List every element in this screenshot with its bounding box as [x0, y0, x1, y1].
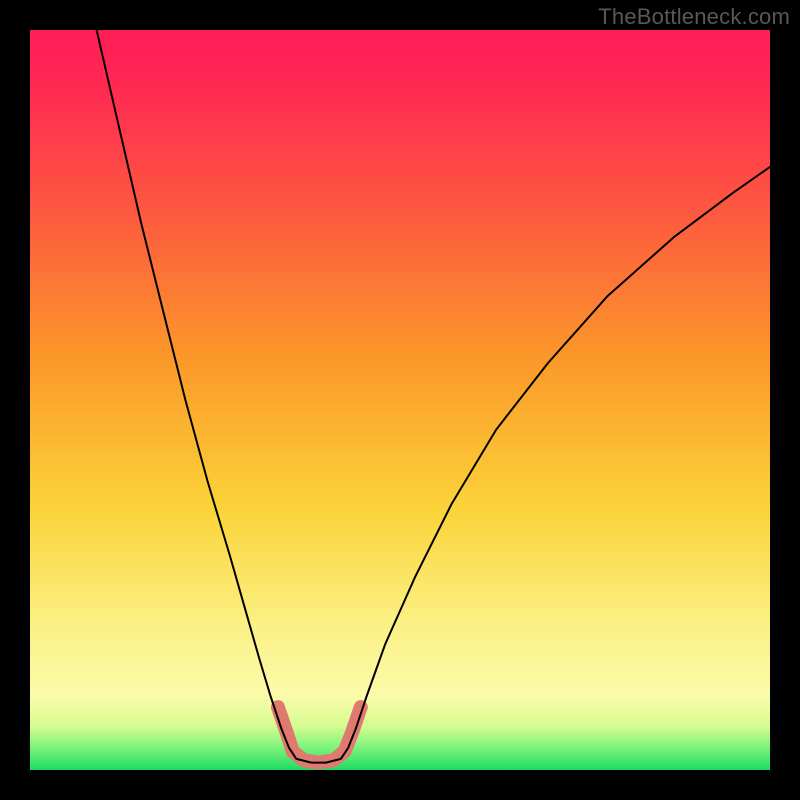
bottleneck-chart	[30, 30, 770, 770]
chart-background	[30, 30, 770, 770]
chart-frame: TheBottleneck.com	[0, 0, 800, 800]
watermark-text: TheBottleneck.com	[598, 4, 790, 30]
